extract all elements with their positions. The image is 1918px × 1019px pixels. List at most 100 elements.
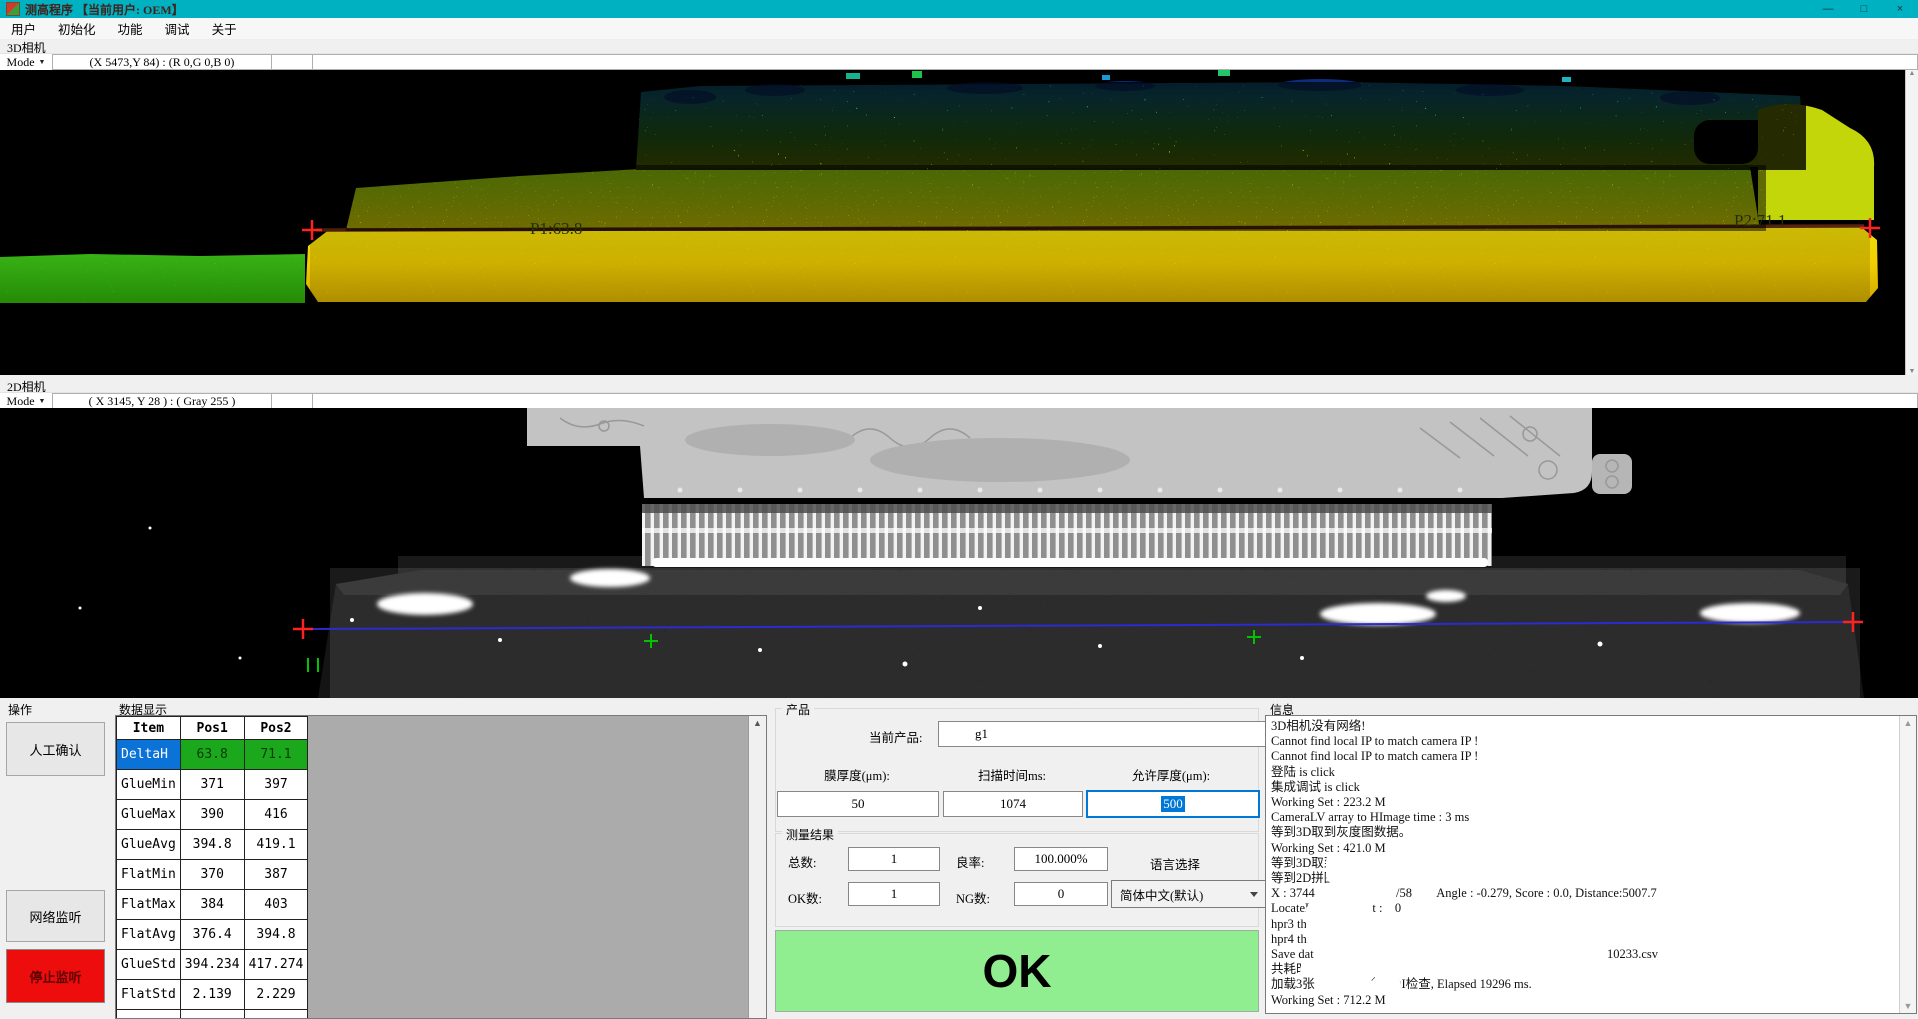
column-header[interactable]: Item bbox=[117, 717, 181, 740]
ok-count-input[interactable]: 1 bbox=[848, 882, 940, 906]
manual-confirm-button[interactable]: 人工确认 bbox=[6, 722, 105, 776]
menu-function[interactable]: 功能 bbox=[107, 18, 154, 39]
grayscale-2d-image bbox=[0, 408, 1918, 698]
item-cell: FlatAvg bbox=[117, 920, 181, 950]
camera3d-mode-button[interactable]: Mode ▼ bbox=[0, 54, 52, 70]
redaction-blob bbox=[1314, 945, 1608, 962]
table-row[interactable]: FlatStd2.1392.229 bbox=[117, 980, 308, 1010]
camera3d-mode-bar: Mode ▼ (X 5473,Y 84) : (R 0,G 0,B 0) bbox=[0, 53, 1918, 70]
value-cell: 371 bbox=[180, 770, 244, 800]
heightmap-3d-image: P1:63.8 P2:71.1 bbox=[0, 70, 1918, 375]
value-cell: 394.8 bbox=[180, 830, 244, 860]
scroll-up-icon[interactable]: ▲ bbox=[1904, 718, 1913, 728]
camera2d-statusbar-cell bbox=[313, 393, 1918, 409]
mode-label: Mode bbox=[7, 394, 35, 409]
menu-initialize[interactable]: 初始化 bbox=[47, 18, 107, 39]
language-selected-value: 简体中文(默认) bbox=[1120, 885, 1203, 904]
log-line: 集成调试 is click bbox=[1271, 780, 1899, 795]
table-row[interactable]: FlatMax384403 bbox=[117, 890, 308, 920]
yield-label: 良率: bbox=[956, 852, 984, 871]
value-cell: 390 bbox=[180, 800, 244, 830]
log-line: Working Set : 223.2 M bbox=[1271, 795, 1899, 810]
maximize-button[interactable]: □ bbox=[1846, 0, 1882, 18]
mode-label: Mode bbox=[7, 55, 35, 70]
total-input[interactable]: 1 bbox=[848, 847, 940, 871]
camera3d-scrollbar[interactable]: ▲▼ bbox=[1905, 70, 1918, 375]
column-header[interactable]: Pos2 bbox=[244, 717, 308, 740]
p2-measurement-label: P2:71.1 bbox=[1734, 211, 1786, 230]
value-cell: 7966.7 bbox=[244, 1010, 308, 1019]
item-cell: GlueStd bbox=[117, 950, 181, 980]
table-row[interactable]: GlueMax390416 bbox=[117, 800, 308, 830]
close-button[interactable]: × bbox=[1882, 0, 1918, 18]
log-line: Cannot find local IP to match camera IP … bbox=[1271, 734, 1899, 749]
info-log[interactable]: 3D相机没有网络!Cannot find local IP to match c… bbox=[1265, 715, 1917, 1014]
redaction-blob bbox=[1371, 977, 1401, 992]
table-row[interactable]: GlueAvg394.8419.1 bbox=[117, 830, 308, 860]
column-header[interactable]: Pos1 bbox=[180, 717, 244, 740]
camera3d-statusbar-cell bbox=[313, 54, 1918, 70]
value-cell: 417.274 bbox=[244, 950, 308, 980]
allowed-thickness-input[interactable]: 500 bbox=[1086, 790, 1260, 818]
value-cell: 387 bbox=[244, 860, 308, 890]
value-cell: 416 bbox=[244, 800, 308, 830]
ng-count-input[interactable]: 0 bbox=[1014, 882, 1108, 906]
scroll-down-icon[interactable]: ▼ bbox=[1904, 1001, 1913, 1011]
table-row[interactable]: FlatMin370387 bbox=[117, 860, 308, 890]
chevron-down-icon: ▼ bbox=[39, 397, 46, 405]
value-cell: 394.8 bbox=[244, 920, 308, 950]
item-cell: FlatStd bbox=[117, 980, 181, 1010]
scroll-down-icon[interactable]: ▼ bbox=[1909, 368, 1916, 375]
value-cell: 397 bbox=[244, 770, 308, 800]
menu-about[interactable]: 关于 bbox=[201, 18, 248, 39]
current-product-input[interactable]: g1 bbox=[938, 721, 1290, 747]
camera2d-coordinates: ( X 3145, Y 28 ) : ( Gray 255 ) bbox=[52, 393, 272, 409]
data-grid[interactable]: ItemPos1Pos2 DeltaH63.871.1GlueMin371397… bbox=[115, 715, 767, 1019]
film-thickness-label: 膜厚度(μm): bbox=[777, 765, 937, 784]
scan-time-input[interactable]: 1074 bbox=[943, 791, 1083, 817]
table-row[interactable]: X2583.57966.7 bbox=[117, 1010, 308, 1019]
table-row[interactable]: GlueMin371397 bbox=[117, 770, 308, 800]
total-label: 总数: bbox=[788, 852, 816, 871]
minimize-button[interactable]: — bbox=[1810, 0, 1846, 18]
stop-listen-button[interactable]: 停止监听 bbox=[6, 949, 105, 1003]
camera2d-mode-bar: Mode ▼ ( X 3145, Y 28 ) : ( Gray 255 ) bbox=[0, 392, 1918, 409]
item-cell: GlueAvg bbox=[117, 830, 181, 860]
log-line: 3D相机没有网络! bbox=[1271, 719, 1899, 734]
item-cell: GlueMin bbox=[117, 770, 181, 800]
film-thickness-input[interactable]: 50 bbox=[777, 791, 939, 817]
language-select-dropdown[interactable]: 简体中文(默认) bbox=[1111, 880, 1266, 908]
table-row[interactable]: FlatAvg376.4394.8 bbox=[117, 920, 308, 950]
yield-input[interactable]: 100.000% bbox=[1014, 847, 1108, 871]
network-listen-button[interactable]: 网络监听 bbox=[6, 890, 105, 942]
log-line: hpr3 thr bbox=[1271, 917, 1899, 932]
ng-count-label: NG数: bbox=[956, 888, 990, 907]
log-line: 等到3D取到灰度图数据。 bbox=[1271, 825, 1899, 840]
camera2d-image-view[interactable] bbox=[0, 408, 1918, 698]
log-line: 登陆 is click bbox=[1271, 765, 1899, 780]
scroll-up-icon[interactable]: ▲ bbox=[1909, 70, 1916, 77]
value-cell: 403 bbox=[244, 890, 308, 920]
ok-count-label: OK数: bbox=[788, 888, 822, 907]
results-panel: 测量结果 总数: 1 良率: 100.000% 语言选择 OK数: 1 NG数:… bbox=[775, 833, 1259, 927]
info-log-scrollbar[interactable]: ▲ ▼ bbox=[1899, 716, 1916, 1013]
scroll-up-icon[interactable]: ▲ bbox=[753, 718, 762, 728]
item-cell: GlueMax bbox=[117, 800, 181, 830]
window-title: 测高程序 【当前用户: OEM】 bbox=[25, 1, 184, 18]
log-line: LocateLi t : 0 bbox=[1271, 901, 1899, 916]
table-row[interactable]: DeltaH63.871.1 bbox=[117, 740, 308, 770]
data-grid-scrollbar[interactable]: ▲ bbox=[748, 716, 766, 1018]
camera2d-mode-button[interactable]: Mode ▼ bbox=[0, 393, 52, 409]
p1-measurement-label: P1:63.8 bbox=[530, 219, 582, 238]
value-cell: 2.229 bbox=[244, 980, 308, 1010]
allowed-thickness-label: 允许厚度(μm): bbox=[1086, 765, 1256, 784]
product-panel: 产品 当前产品: g1 膜厚度(μm): 扫描时间ms: 允许厚度(μm): 5… bbox=[775, 708, 1259, 832]
value-cell: 376.4 bbox=[180, 920, 244, 950]
current-product-label: 当前产品: bbox=[869, 727, 922, 746]
camera3d-image-view[interactable]: P1:63.8 P2:71.1 ▲▼ bbox=[0, 70, 1918, 375]
menu-debug[interactable]: 调试 bbox=[154, 18, 201, 39]
redaction-blob bbox=[1316, 977, 1356, 992]
table-row[interactable]: GlueStd394.234417.274 bbox=[117, 950, 308, 980]
menu-user[interactable]: 用户 bbox=[0, 18, 47, 39]
value-cell: 370 bbox=[180, 860, 244, 890]
